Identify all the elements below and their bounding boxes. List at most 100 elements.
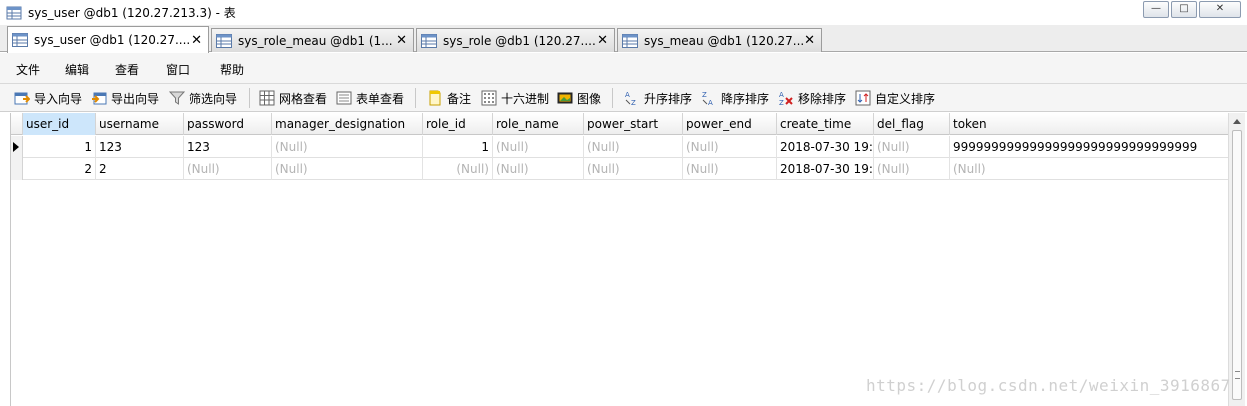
row-header[interactable] (11, 136, 23, 158)
table-row[interactable]: 2 2 (Null) (Null) (Null) (Null) (Null) (… (11, 158, 1228, 180)
close-button[interactable]: ✕ (1199, 1, 1241, 18)
remove-sort-icon: AZ (779, 91, 793, 106)
tab-sys-meau[interactable]: sys_meau @db1 (120.27... ✕ (617, 28, 822, 52)
cell-password[interactable]: (Null) (184, 158, 272, 180)
column-header-power-start[interactable]: power_start (584, 113, 683, 135)
import-icon (14, 92, 30, 105)
svg-text:A: A (625, 91, 630, 99)
cell-manager-designation[interactable]: (Null) (272, 158, 423, 180)
sort-ascending-label: 升序排序 (644, 91, 693, 106)
scroll-up-arrow-icon[interactable] (1233, 119, 1241, 124)
form-view-label: 表单查看 (356, 91, 405, 106)
column-header-password[interactable]: password (184, 113, 272, 135)
tab-label: sys_user @db1 (120.27.... (34, 33, 191, 47)
svg-text:A: A (779, 91, 784, 99)
column-header-role-id[interactable]: role_id (423, 113, 493, 135)
column-header-role-name[interactable]: role_name (493, 113, 584, 135)
cell-create-time[interactable]: 2018-07-30 19:3 (777, 158, 874, 180)
cell-password[interactable]: 123 (184, 136, 272, 158)
column-header-user-id[interactable]: user_id (23, 113, 96, 135)
toolbar-separator (249, 88, 250, 108)
column-header-token[interactable]: token (950, 113, 1228, 135)
cell-user-id[interactable]: 2 (23, 158, 96, 180)
cell-manager-designation[interactable]: (Null) (272, 136, 423, 158)
tab-label: sys_meau @db1 (120.27... (644, 33, 805, 48)
cell-username[interactable]: 123 (96, 136, 184, 158)
row-header[interactable] (11, 158, 23, 180)
hex-button[interactable]: 十六进制 (481, 88, 549, 108)
remove-sort-label: 移除排序 (798, 91, 847, 106)
cell-token[interactable]: (Null) (950, 158, 1228, 180)
cell-power-start[interactable]: (Null) (584, 136, 683, 158)
memo-icon (429, 90, 441, 106)
data-grid[interactable]: user_id username password manager_design… (10, 113, 1228, 406)
cell-role-id[interactable]: 1 (423, 136, 493, 158)
filter-wizard-button[interactable]: 筛选向导 (169, 88, 237, 108)
sort-descending-icon: ZA (702, 91, 713, 106)
form-view-button[interactable]: 表单查看 (336, 88, 404, 108)
hex-icon (481, 90, 497, 106)
sort-ascending-icon: AZ (625, 91, 636, 106)
image-button[interactable]: 图像 (557, 88, 601, 108)
table-icon (6, 6, 22, 19)
window-title: sys_user @db1 (120.27.213.3) - 表 (28, 6, 236, 20)
table-icon (216, 33, 232, 48)
svg-text:Z: Z (779, 99, 784, 106)
grid-view-label: 网格查看 (279, 91, 328, 106)
column-header-manager-designation[interactable]: manager_designation (272, 113, 423, 135)
column-header-power-end[interactable]: power_end (683, 113, 777, 135)
svg-text:Z: Z (702, 91, 707, 99)
column-header-create-time[interactable]: create_time (777, 113, 874, 135)
remove-sort-button[interactable]: AZ 移除排序 (778, 88, 846, 108)
menu-view[interactable]: 查看 (115, 61, 139, 78)
cell-create-time[interactable]: 2018-07-30 19:3 (777, 136, 874, 158)
cell-username[interactable]: 2 (96, 158, 184, 180)
vertical-scrollbar[interactable] (1228, 113, 1245, 406)
tab-sys-role[interactable]: sys_role @db1 (120.27.... ✕ (416, 28, 615, 52)
filter-icon (169, 91, 185, 105)
column-header-del-flag[interactable]: del_flag (874, 113, 950, 135)
tab-bar: sys_user @db1 (120.27.... ✕ sys_role_mea… (0, 25, 1247, 53)
close-tab-icon[interactable]: ✕ (597, 33, 608, 48)
menu-edit[interactable]: 编辑 (65, 61, 89, 78)
hex-label: 十六进制 (501, 91, 550, 106)
menu-help[interactable]: 帮助 (220, 61, 244, 78)
custom-sort-button[interactable]: 自定义排序 (855, 88, 935, 108)
cell-power-end[interactable]: (Null) (683, 136, 777, 158)
tab-sys-role-meau[interactable]: sys_role_meau @db1 (1... ✕ (211, 28, 414, 52)
cell-power-start[interactable]: (Null) (584, 158, 683, 180)
sort-ascending-button[interactable]: AZ 升序排序 (624, 88, 692, 108)
window-controls: — □ ✕ (1141, 1, 1241, 18)
export-icon (92, 92, 107, 105)
current-row-indicator-icon (13, 142, 19, 152)
grid-icon (259, 90, 275, 106)
close-tab-icon[interactable]: ✕ (396, 33, 407, 48)
table-row[interactable]: 1 123 123 (Null) 1 (Null) (Null) (Null) … (11, 136, 1228, 158)
cell-user-id[interactable]: 1 (23, 136, 96, 158)
maximize-button[interactable]: □ (1171, 1, 1197, 18)
cell-role-name[interactable]: (Null) (493, 158, 584, 180)
cell-del-flag[interactable]: (Null) (874, 136, 950, 158)
cell-role-name[interactable]: (Null) (493, 136, 584, 158)
grid-view-button[interactable]: 网格查看 (259, 88, 327, 108)
cell-power-end[interactable]: (Null) (683, 158, 777, 180)
export-wizard-button[interactable]: 导出向导 (91, 88, 159, 108)
memo-button[interactable]: 备注 (427, 88, 471, 108)
tab-sys-user[interactable]: sys_user @db1 (120.27.... ✕ (7, 26, 209, 53)
custom-sort-icon (855, 90, 871, 106)
minimize-button[interactable]: — (1143, 1, 1169, 18)
close-tab-icon[interactable]: ✕ (804, 33, 815, 48)
table-icon (421, 33, 437, 48)
memo-label: 备注 (447, 91, 472, 106)
menu-file[interactable]: 文件 (16, 61, 40, 78)
scrollbar-thumb[interactable] (1232, 130, 1242, 400)
column-header-username[interactable]: username (96, 113, 184, 135)
cell-token[interactable]: 99999999999999999999999999999999 (950, 136, 1228, 158)
menu-window[interactable]: 窗口 (166, 61, 190, 78)
close-tab-icon[interactable]: ✕ (191, 33, 202, 48)
cell-del-flag[interactable]: (Null) (874, 158, 950, 180)
import-wizard-button[interactable]: 导入向导 (14, 88, 82, 108)
image-label: 图像 (577, 91, 602, 106)
cell-role-id[interactable]: (Null) (423, 158, 493, 180)
sort-descending-button[interactable]: ZA 降序排序 (701, 88, 769, 108)
